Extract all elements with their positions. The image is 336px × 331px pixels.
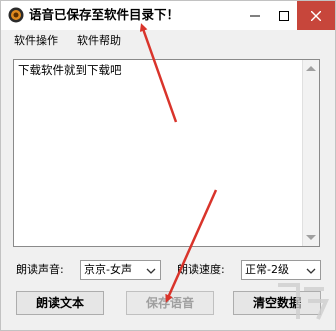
save-voice-button[interactable]: 保存语音 — [126, 291, 214, 315]
maximize-button[interactable] — [269, 1, 298, 30]
voice-label: 朗读声音: — [16, 263, 64, 276]
speaker-app-icon — [8, 7, 24, 23]
minimize-button[interactable] — [240, 1, 269, 30]
text-editor[interactable]: 下载软件就到下载吧 — [13, 59, 320, 247]
menu-bar: 软件操作 软件帮助 — [1, 30, 335, 52]
editor-text: 下载软件就到下载吧 — [18, 63, 122, 77]
title-bar[interactable]: 语音已保存至软件目录下！ — [1, 1, 335, 30]
chevron-down-icon — [146, 268, 156, 274]
vertical-scrollbar[interactable] — [302, 60, 319, 246]
speed-label: 朗读速度: — [177, 263, 225, 276]
minimize-icon — [249, 15, 260, 16]
read-text-button[interactable]: 朗读文本 — [16, 291, 104, 315]
window-title: 语音已保存至软件目录下！ — [29, 7, 180, 22]
scroll-down-icon[interactable] — [306, 235, 316, 240]
close-icon — [311, 10, 321, 21]
close-button[interactable] — [297, 1, 335, 30]
scroll-up-icon[interactable] — [306, 66, 316, 71]
menu-software-help[interactable]: 软件帮助 — [77, 33, 121, 49]
voice-select[interactable]: 京京-女声 — [80, 260, 161, 280]
maximize-icon — [278, 10, 289, 21]
voice-select-value: 京京-女声 — [84, 263, 132, 276]
watermark-logo — [278, 283, 330, 320]
menu-software-operations[interactable]: 软件操作 — [14, 33, 58, 49]
